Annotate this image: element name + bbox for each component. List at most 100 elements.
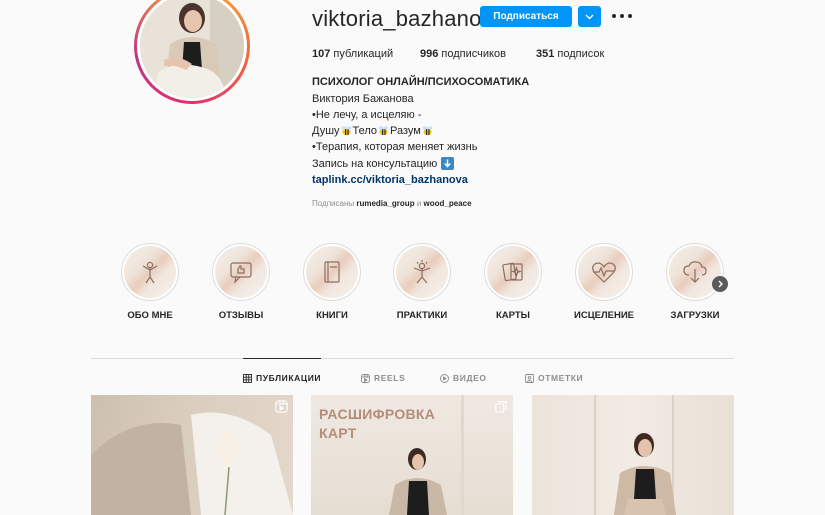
book-icon: [324, 261, 340, 283]
posts-label: публикаций: [333, 48, 394, 60]
highlight-label: ЗАГРУЗКИ: [670, 310, 720, 321]
following-count: 351: [536, 48, 555, 60]
chevron-down-icon: [585, 14, 594, 19]
tab-label: ОТМЕТКИ: [538, 373, 584, 383]
bio-word: Тело: [352, 125, 378, 137]
more-dot-icon: [620, 14, 624, 18]
highlight-frame: [575, 243, 633, 301]
suggestions-dropdown-button[interactable]: [578, 6, 601, 27]
cards-icon: [502, 262, 523, 282]
highlight-cover: [124, 246, 176, 298]
bee-icon: [422, 126, 433, 136]
highlight-cover: [215, 246, 267, 298]
highlight-frame: [666, 243, 724, 301]
grid-icon: [243, 373, 252, 383]
more-dot-icon: [612, 14, 616, 18]
bio-name: Виктория Бажанова: [312, 93, 414, 105]
followed-by-conjunction: и: [416, 199, 422, 208]
highlight-frame: [212, 243, 270, 301]
profile-avatar-ring[interactable]: [134, 0, 250, 104]
tab-label: ВИДЕО: [453, 373, 487, 383]
highlight-frame: [393, 243, 451, 301]
person-sun-icon: [413, 260, 431, 284]
reels-icon: [361, 373, 370, 383]
heart-pulse-icon: [592, 262, 616, 283]
highlight-frame: [303, 243, 361, 301]
tab-reels[interactable]: REELS: [361, 373, 405, 383]
tab-tagged[interactable]: ОТМЕТКИ: [525, 373, 583, 383]
tagged-user-icon: [525, 373, 534, 383]
tab-video[interactable]: ВИДЕО: [440, 373, 487, 383]
avatar-portrait: [140, 0, 244, 98]
person-arms-up-icon: [142, 261, 158, 284]
highlight-cover: [578, 246, 630, 298]
tab-label: REELS: [374, 373, 406, 383]
followed-by-user: rumedia_group: [356, 199, 415, 208]
post-image-portrait: [594, 395, 676, 515]
bio-line-triad: Душу Тело Разум: [312, 125, 434, 137]
follow-button[interactable]: Подписаться: [480, 6, 572, 27]
followed-by-prefix: Подписаны: [312, 199, 355, 208]
highlight-cards[interactable]: [483, 243, 543, 301]
bio-line: •Не лечу, а исцеляю -: [312, 109, 422, 121]
highlight-healing[interactable]: [574, 243, 634, 301]
bio-line: •Терапия, которая меняет жизнь: [312, 141, 478, 153]
highlight-label: ОБО МНЕ: [127, 310, 173, 321]
highlight-label: ИСЦЕЛЕНИЕ: [574, 310, 634, 321]
bio-booking-line: Запись на консультацию: [312, 157, 455, 170]
highlight-practices[interactable]: [392, 243, 452, 301]
highlight-books[interactable]: [302, 243, 362, 301]
post-image-flower: [91, 412, 293, 515]
down-arrow-icon: [441, 157, 455, 170]
reels-icon: [275, 400, 288, 413]
following-label: подписок: [557, 48, 605, 60]
bio-word: Запись на консультацию: [312, 157, 438, 170]
bio-word: Душу: [312, 125, 340, 137]
more-dot-icon: [628, 14, 632, 18]
post-thumbnail[interactable]: [91, 395, 293, 515]
highlight-cover: [306, 246, 358, 298]
highlight-downloads[interactable]: [665, 243, 725, 301]
profile-username: viktoria_bazhanova: [312, 6, 506, 31]
post-image-portrait: [389, 395, 464, 515]
highlight-label: ОТЗЫВЫ: [218, 310, 264, 321]
followed-by[interactable]: Подписаны rumedia_group и wood_peace: [312, 199, 472, 208]
followers-count: 996: [420, 48, 439, 60]
active-tab-indicator: [243, 358, 321, 359]
play-circle-icon: [440, 373, 449, 383]
tabs-divider: [91, 358, 734, 359]
cloud-download-icon: [683, 261, 707, 283]
tab-label: ПУБЛИКАЦИИ: [256, 373, 322, 383]
chevron-right-icon: [718, 280, 723, 288]
highlight-cover: [487, 246, 539, 298]
followers-label: подписчиков: [441, 48, 506, 60]
post-thumbnail[interactable]: [532, 395, 734, 515]
highlight-label: ПРАКТИКИ: [396, 310, 448, 321]
highlight-frame: [484, 243, 542, 301]
bee-icon: [341, 126, 352, 136]
highlight-frame: [121, 243, 179, 301]
carousel-icon: [495, 401, 507, 413]
highlight-about[interactable]: [120, 243, 180, 301]
tab-posts[interactable]: ПУБЛИКАЦИИ: [243, 373, 321, 383]
avatar-frame: [137, 0, 247, 101]
highlight-reviews[interactable]: [211, 243, 271, 301]
posts-count-stat: 107 публикаций: [312, 48, 393, 60]
following-stat[interactable]: 351 подписок: [536, 48, 604, 60]
highlight-cover: [669, 246, 721, 298]
highlight-cover: [396, 246, 448, 298]
posts-count: 107: [312, 48, 331, 60]
followers-stat[interactable]: 996 подписчиков: [420, 48, 506, 60]
bio-word: Разум: [390, 125, 421, 137]
chat-thumbs-up-icon: [230, 262, 252, 284]
bio-title: ПСИХОЛОГ ОНЛАЙН/ПСИХОСОМАТИКА: [312, 76, 530, 88]
bee-icon: [378, 126, 389, 136]
highlight-label: КНИГИ: [316, 310, 348, 321]
highlights-next-button[interactable]: [712, 276, 728, 292]
followed-by-user: wood_peace: [423, 199, 472, 208]
avatar: [140, 0, 244, 98]
post-thumbnail[interactable]: РАСШИФРОВКА КАРТ: [311, 395, 513, 515]
more-options-button[interactable]: [612, 8, 632, 24]
highlight-label: КАРТЫ: [496, 310, 530, 321]
bio-website-link[interactable]: taplink.cc/viktoria_bazhanova: [312, 174, 468, 186]
